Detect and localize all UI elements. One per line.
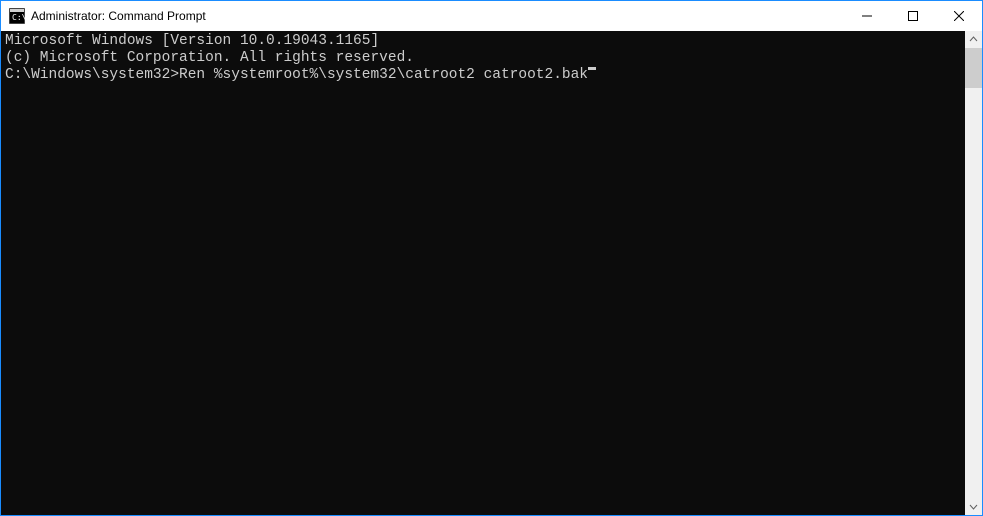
cmd-icon: C:\ [9, 8, 25, 24]
scroll-up-button[interactable] [965, 31, 982, 48]
close-button[interactable] [936, 1, 982, 31]
minimize-icon [862, 11, 872, 21]
output-line: (c) Microsoft Corporation. All rights re… [5, 50, 961, 67]
window-title: Administrator: Command Prompt [31, 9, 844, 23]
close-icon [954, 11, 964, 21]
maximize-button[interactable] [890, 1, 936, 31]
cmd-window: C:\ Administrator: Command Prompt [0, 0, 983, 516]
prompt-text: C:\Windows\system32> [5, 67, 179, 84]
svg-text:C:\: C:\ [12, 13, 25, 22]
output-line: Microsoft Windows [Version 10.0.19043.11… [5, 33, 961, 50]
terminal-output[interactable]: Microsoft Windows [Version 10.0.19043.11… [1, 31, 965, 515]
prompt-line: C:\Windows\system32>Ren %systemroot%\sys… [5, 67, 961, 84]
scroll-track[interactable] [965, 48, 982, 498]
chevron-up-icon [969, 35, 978, 44]
content-area: Microsoft Windows [Version 10.0.19043.11… [1, 31, 982, 515]
command-input[interactable]: Ren %systemroot%\system32\catroot2 catro… [179, 67, 588, 84]
minimize-button[interactable] [844, 1, 890, 31]
text-cursor [588, 67, 596, 70]
scroll-thumb[interactable] [965, 48, 982, 88]
titlebar[interactable]: C:\ Administrator: Command Prompt [1, 1, 982, 31]
maximize-icon [908, 11, 918, 21]
scroll-down-button[interactable] [965, 498, 982, 515]
vertical-scrollbar[interactable] [965, 31, 982, 515]
chevron-down-icon [969, 502, 978, 511]
window-controls [844, 1, 982, 31]
